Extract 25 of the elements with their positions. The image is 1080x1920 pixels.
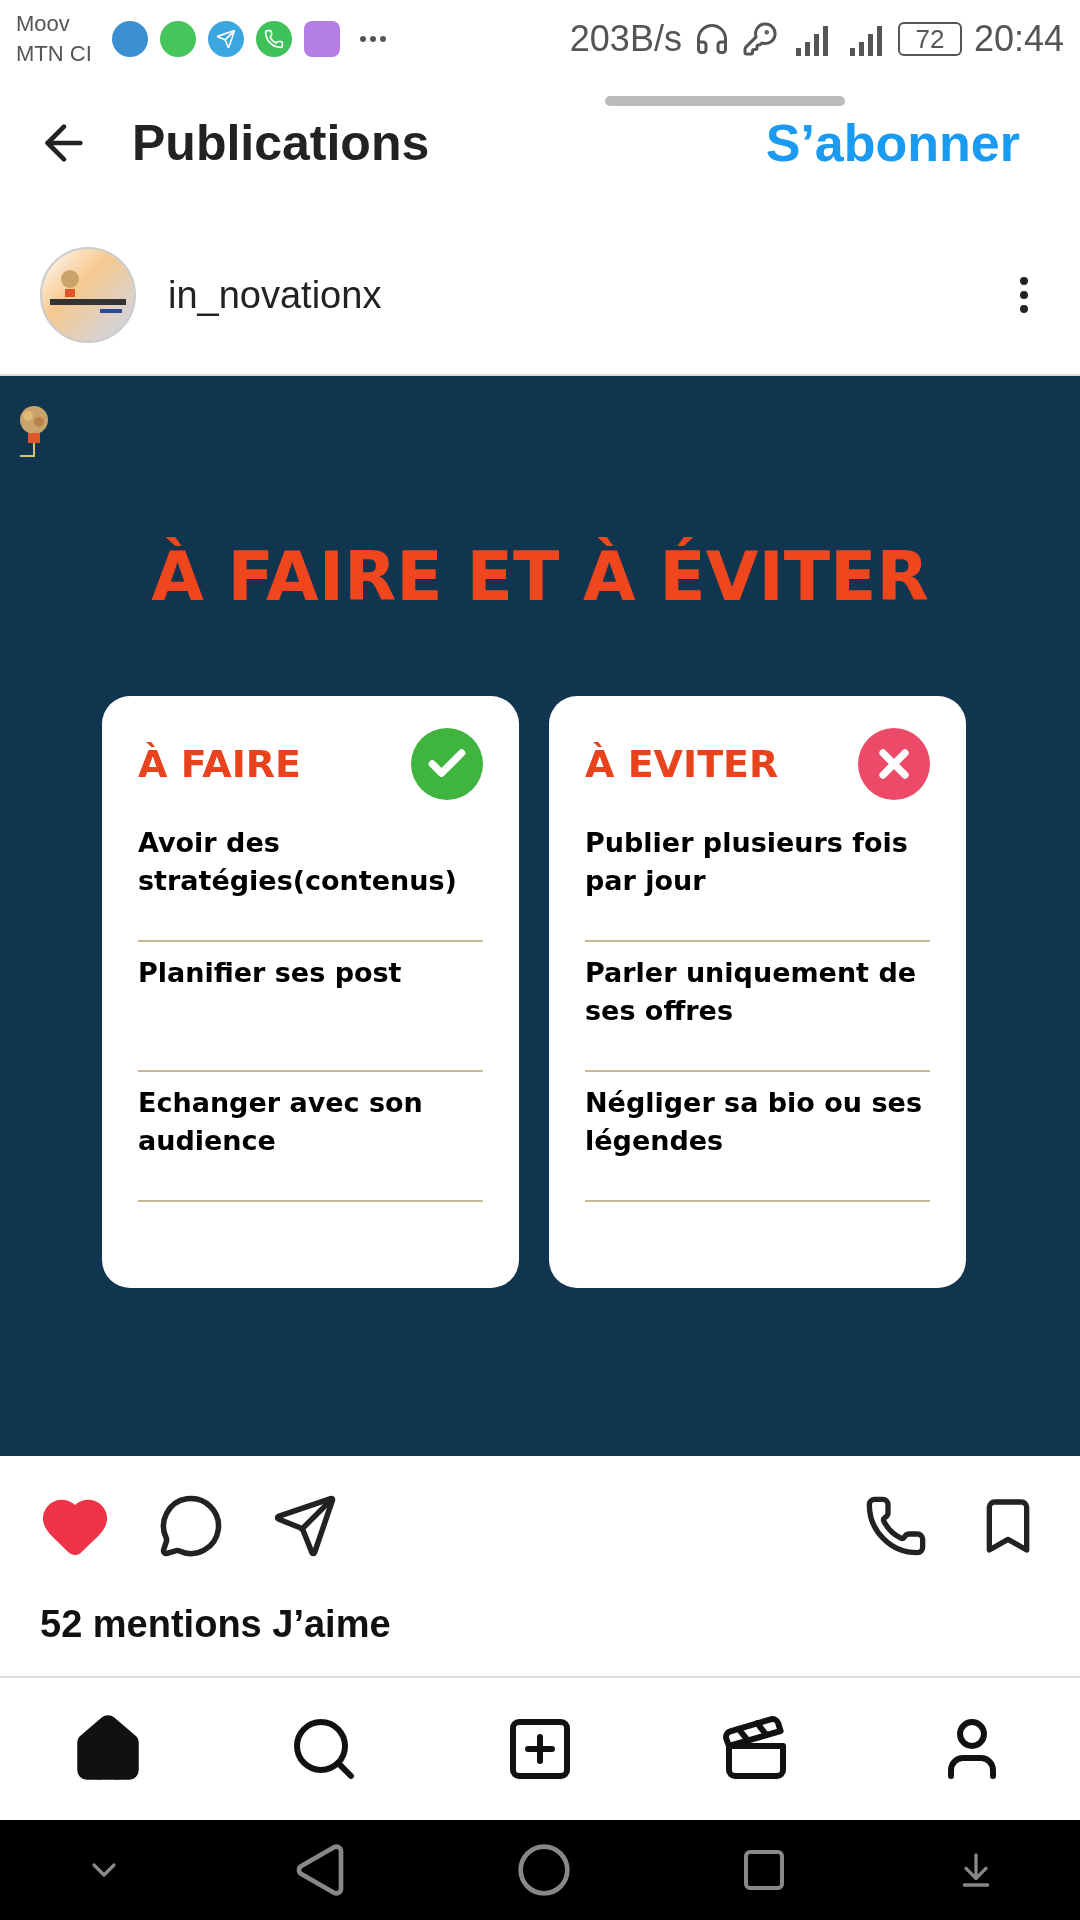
card-heading: À FAIRE bbox=[138, 740, 301, 788]
page-title: Publications bbox=[132, 113, 430, 173]
whatsapp-share-icon[interactable] bbox=[864, 1494, 928, 1558]
tip-text: Négliger sa bio ou ses légendes bbox=[585, 1086, 923, 1158]
more-icon bbox=[359, 36, 386, 42]
carrier-name: Moov bbox=[16, 10, 71, 38]
share-icon[interactable] bbox=[272, 1493, 338, 1559]
card-heading: À EVITER bbox=[585, 740, 779, 788]
likes-count[interactable]: 52 mentions J’aime bbox=[40, 1596, 391, 1653]
tip-text: Echanger avec son audience bbox=[138, 1086, 424, 1158]
tip-text: Publier plusieurs fois par jour bbox=[585, 826, 909, 898]
username[interactable]: in_novationx bbox=[168, 266, 382, 324]
carrier-name: MTN CI bbox=[16, 40, 92, 68]
battery-icon: 72 bbox=[897, 22, 962, 56]
tip-text: Parler uniquement de ses offres bbox=[585, 956, 918, 1028]
home-nav-icon[interactable] bbox=[516, 1842, 572, 1898]
tip-text: Planifier ses post bbox=[138, 956, 402, 990]
tip-text: Avoir des stratégies(contenus) bbox=[138, 826, 458, 898]
whatsapp-icon bbox=[255, 21, 292, 57]
comment-icon[interactable] bbox=[158, 1493, 224, 1559]
clock: 20:44 bbox=[973, 17, 1064, 61]
network-speed: 203B/s bbox=[569, 17, 682, 61]
key-icon bbox=[741, 21, 778, 57]
post-title: À FAIRE ET À ÉVITER bbox=[151, 536, 929, 618]
telegram-icon bbox=[207, 21, 244, 57]
